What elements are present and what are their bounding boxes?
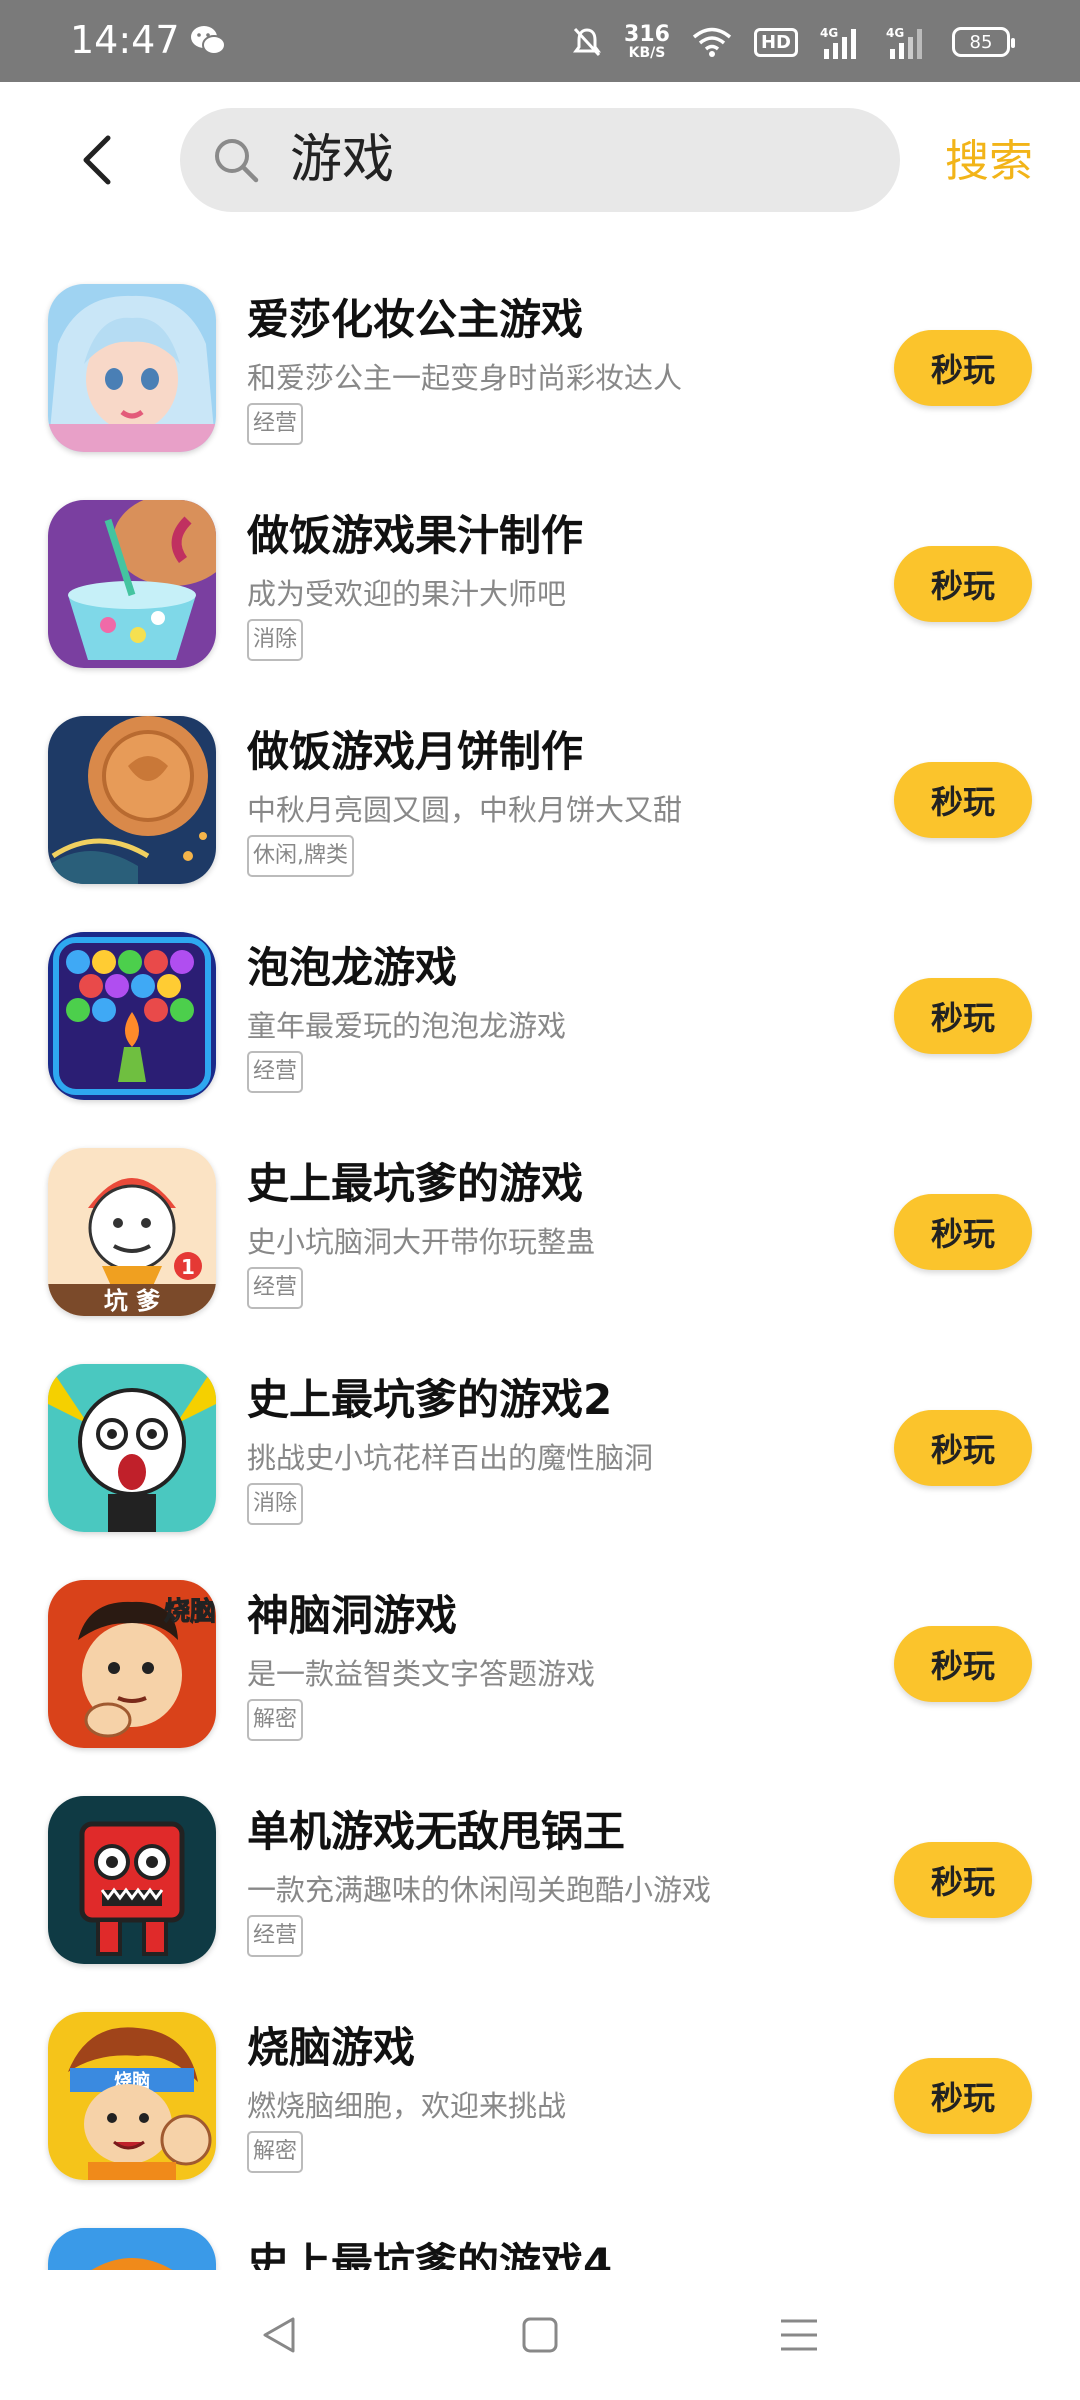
status-bar: 14:47 316 KB/S HD 4G 4G 85	[0, 0, 1080, 82]
speed-unit: KB/S	[628, 45, 666, 61]
menu-lines-icon	[781, 2319, 817, 2351]
juice-icon[interactable]	[48, 500, 216, 668]
game-desc: 一款充满趣味的休闲闯关跑酷小游戏	[247, 1873, 712, 1907]
icon-label: 坑 爹	[104, 1287, 161, 1315]
list-item[interactable]: 史上最坑爹的游戏4	[0, 2204, 1080, 2270]
category-tag: 经营	[247, 403, 304, 445]
game-desc: 是一款益智类文字答题游戏	[247, 1657, 596, 1691]
wifi-icon	[692, 27, 732, 57]
list-item[interactable]: 史上最坑爹的游戏2 挑战史小坑花样百出的魔性脑洞 消除 秒玩	[0, 1340, 1080, 1556]
mooncake-icon[interactable]	[48, 716, 216, 884]
game-desc: 童年最爱玩的泡泡龙游戏	[247, 1009, 567, 1043]
back-button[interactable]	[70, 130, 126, 190]
category-tag: 经营	[247, 1267, 304, 1309]
headband-boy-icon[interactable]: 烧脑	[48, 2012, 216, 2180]
game-title: 神脑洞游戏	[247, 1591, 458, 1640]
search-icon	[215, 139, 259, 183]
battery-icon: 85	[952, 27, 1015, 57]
list-item[interactable]: 烧脑 烧脑游戏 燃烧脑细胞，欢迎来挑战 解密 秒玩	[0, 1988, 1080, 2204]
thinking-boy-icon[interactable]: 烧脑	[48, 1580, 216, 1748]
princess-icon[interactable]	[48, 284, 216, 452]
category-tag: 解密	[247, 1699, 304, 1741]
category-tag: 休闲,牌类	[247, 835, 354, 877]
icon-label: 烧脑	[164, 1597, 216, 1627]
category-tag: 消除	[247, 1483, 304, 1525]
svg-text:4G: 4G	[820, 26, 838, 40]
nav-menu-button[interactable]	[764, 2300, 834, 2370]
signal-icon: 4G	[820, 26, 856, 59]
list-item[interactable]: 坑 爹 1 史上最坑爹的游戏 史小坑脑洞大开带你玩整蛊 经营 秒玩	[0, 1124, 1080, 1340]
category-tag: 经营	[247, 1915, 304, 1957]
search-bar[interactable]: 游戏	[180, 108, 900, 212]
list-item[interactable]: 做饭游戏月饼制作 中秋月亮圆又圆，中秋月饼大又甜 休闲,牌类 秒玩	[0, 692, 1080, 908]
game-title: 史上最坑爹的游戏2	[247, 1375, 613, 1424]
game-title: 爱莎化妆公主游戏	[247, 295, 584, 344]
chevron-left-icon	[83, 135, 111, 185]
status-time: 14:47	[70, 18, 180, 62]
game-title: 单机游戏无敌甩锅王	[247, 1807, 626, 1856]
category-tag: 解密	[247, 2131, 304, 2173]
list-item[interactable]: 泡泡龙游戏 童年最爱玩的泡泡龙游戏 经营 秒玩	[0, 908, 1080, 1124]
wechat-icon	[191, 26, 226, 55]
game-desc: 成为受欢迎的果汁大师吧	[247, 577, 567, 611]
nav-back-button[interactable]	[244, 2300, 314, 2370]
navigation-bar	[0, 2270, 1080, 2400]
speed-value: 316	[624, 22, 670, 47]
play-button[interactable]: 秒玩	[894, 1194, 1032, 1270]
triangle-back-icon	[263, 2317, 295, 2353]
game-title: 做饭游戏果汁制作	[247, 511, 584, 560]
game-desc: 中秋月亮圆又圆，中秋月饼大又甜	[247, 793, 683, 827]
game-desc: 挑战史小坑花样百出的魔性脑洞	[247, 1441, 654, 1475]
play-button[interactable]: 秒玩	[894, 2058, 1032, 2134]
game-title: 史上最坑爹的游戏4	[247, 2239, 613, 2270]
play-button[interactable]: 秒玩	[894, 330, 1032, 406]
game-title: 烧脑游戏	[247, 2023, 416, 2072]
hd-icon: HD	[753, 27, 798, 57]
category-tag: 经营	[247, 1051, 304, 1093]
play-button[interactable]: 秒玩	[894, 1626, 1032, 1702]
mute-bell-icon	[573, 27, 602, 57]
game-title: 史上最坑爹的游戏	[247, 1159, 584, 1208]
game-desc: 和爱莎公主一起变身时尚彩妆达人	[247, 361, 683, 395]
play-button[interactable]: 秒玩	[894, 978, 1032, 1054]
search-input[interactable]: 游戏	[290, 108, 870, 212]
badge-count: 1	[181, 1255, 195, 1279]
nav-home-button[interactable]	[505, 2300, 575, 2370]
game-title: 做饭游戏月饼制作	[247, 727, 584, 776]
cartoon-face-icon[interactable]	[48, 1364, 216, 1532]
red-robot-icon[interactable]	[48, 1796, 216, 1964]
search-button[interactable]: 搜索	[945, 130, 1033, 194]
category-tag: 消除	[247, 619, 304, 661]
play-button[interactable]: 秒玩	[894, 1842, 1032, 1918]
list-item[interactable]: 单机游戏无敌甩锅王 一款充满趣味的休闲闯关跑酷小游戏 经营 秒玩	[0, 1772, 1080, 1988]
game-desc: 史小坑脑洞大开带你玩整蛊	[247, 1225, 596, 1259]
list-item[interactable]: 做饭游戏果汁制作 成为受欢迎的果汁大师吧 消除 秒玩	[0, 476, 1080, 692]
game-desc: 燃烧脑细胞，欢迎来挑战	[247, 2089, 567, 2123]
play-button[interactable]: 秒玩	[894, 1410, 1032, 1486]
partial-game-icon[interactable]	[48, 2228, 216, 2270]
svg-text:4G: 4G	[886, 26, 904, 40]
bubble-icon[interactable]	[48, 932, 216, 1100]
kengdie-icon[interactable]: 坑 爹 1	[48, 1148, 216, 1316]
game-list: 爱莎化妆公主游戏 和爱莎公主一起变身时尚彩妆达人 经营 秒玩 做饭游戏果汁制作 …	[0, 260, 1080, 2270]
play-button[interactable]: 秒玩	[894, 762, 1032, 838]
play-button[interactable]: 秒玩	[894, 546, 1032, 622]
square-home-icon	[522, 2317, 558, 2353]
list-item[interactable]: 爱莎化妆公主游戏 和爱莎公主一起变身时尚彩妆达人 经营 秒玩	[0, 260, 1080, 476]
game-title: 泡泡龙游戏	[247, 943, 458, 992]
network-speed: 316 KB/S	[624, 22, 670, 61]
signal-icon-2: 4G	[886, 26, 922, 59]
list-item[interactable]: 烧脑 神脑洞游戏 是一款益智类文字答题游戏 解密 秒玩	[0, 1556, 1080, 1772]
